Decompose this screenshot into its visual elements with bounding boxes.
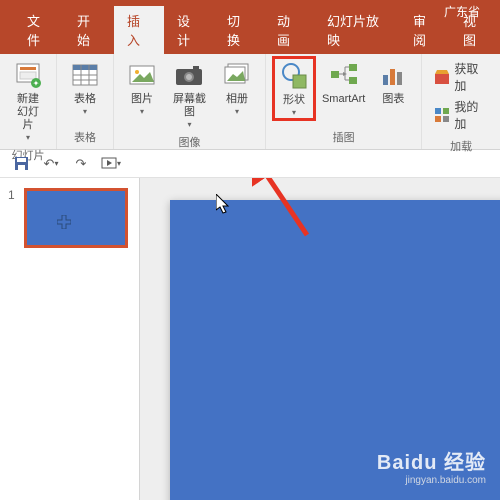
thumbnail-number: 1 [8, 188, 18, 248]
screenshot-button[interactable]: 屏幕截图 ▾ [164, 56, 215, 132]
table-icon [69, 59, 101, 91]
dropdown-arrow-icon: ▾ [187, 120, 191, 129]
watermark-brand: Baidu 经验 [377, 446, 486, 475]
smartart-label: SmartArt [322, 93, 365, 106]
dropdown-arrow-icon: ▾ [140, 107, 144, 116]
dropdown-arrow-icon: ▾ [292, 108, 296, 117]
undo-button[interactable]: ↶ ▾ [40, 153, 62, 175]
tab-view[interactable]: 视图 [450, 6, 500, 54]
shapes-label: 形状 [283, 94, 305, 107]
thumbnail-row: 1 [8, 188, 131, 248]
my-addins-label: 我的加 [454, 98, 488, 132]
dropdown-arrow-icon: ▾ [83, 107, 87, 116]
cross-shape-icon [57, 215, 71, 229]
pictures-icon [126, 59, 158, 91]
album-label: 相册 [226, 93, 248, 106]
group-addins: 获取加 我的加 加载 [422, 54, 500, 149]
album-icon [221, 59, 253, 91]
redo-button[interactable]: ↷ [70, 153, 92, 175]
store-icon [434, 69, 450, 85]
group-images: 图片 ▾ 屏幕截图 ▾ 相册 ▾ 图像 [114, 54, 266, 149]
screenshot-icon [173, 59, 205, 91]
ribbon-tab-strip: 文件 开始 插入 设计 切换 动画 幻灯片放映 审阅 视图 [0, 24, 500, 54]
shapes-icon [278, 60, 310, 92]
smartart-button[interactable]: SmartArt [316, 56, 371, 109]
tab-review[interactable]: 审阅 [400, 6, 450, 54]
get-addins-button[interactable]: 获取加 [434, 60, 488, 94]
chart-icon [377, 59, 409, 91]
save-button[interactable] [10, 153, 32, 175]
group-slides: ✦ 新建 幻灯片 ▾ 幻灯片 [0, 54, 57, 149]
group-illustrations-label: 插图 [333, 127, 355, 149]
tab-slideshow[interactable]: 幻灯片放映 [314, 6, 400, 54]
get-addins-label: 获取加 [454, 60, 488, 94]
group-addins-label: 加载 [450, 136, 472, 158]
table-button[interactable]: 表格 ▾ [63, 56, 107, 119]
pictures-button[interactable]: 图片 ▾ [120, 56, 164, 119]
cursor-icon [216, 194, 234, 216]
tab-transitions[interactable]: 切换 [214, 6, 264, 54]
svg-text:✦: ✦ [33, 79, 40, 88]
slide-thumbnail-1[interactable] [24, 188, 128, 248]
new-slide-label: 新建 幻灯片 [12, 93, 44, 132]
ribbon: ✦ 新建 幻灯片 ▾ 幻灯片 表格 ▾ 表格 [0, 54, 500, 150]
table-label: 表格 [74, 93, 96, 106]
group-tables-label: 表格 [74, 127, 96, 149]
tab-insert[interactable]: 插入 [114, 6, 164, 54]
tab-design[interactable]: 设计 [164, 6, 214, 54]
quick-access-toolbar: ↶ ▾ ↷ ▾ [0, 150, 500, 178]
pictures-label: 图片 [131, 93, 153, 106]
watermark-url: jingyan.baidu.com [377, 475, 486, 486]
group-tables: 表格 ▾ 表格 [57, 54, 114, 149]
group-illustrations: 形状 ▾ SmartArt 图表 插图 [266, 54, 422, 149]
tab-home[interactable]: 开始 [64, 6, 114, 54]
tab-file[interactable]: 文件 [14, 6, 64, 54]
annotation-arrow-icon [252, 178, 312, 240]
group-images-label: 图像 [178, 132, 200, 154]
watermark: Baidu 经验 jingyan.baidu.com [377, 446, 486, 486]
new-slide-button[interactable]: ✦ 新建 幻灯片 ▾ [6, 56, 50, 145]
tab-animations[interactable]: 动画 [264, 6, 314, 54]
my-addins-button[interactable]: 我的加 [434, 98, 488, 132]
shapes-button[interactable]: 形状 ▾ [272, 56, 316, 121]
dropdown-arrow-icon: ▾ [26, 133, 30, 142]
chart-label: 图表 [382, 93, 404, 106]
start-from-beginning-button[interactable]: ▾ [100, 153, 122, 175]
thumbnail-panel[interactable]: 1 [0, 178, 140, 500]
chart-button[interactable]: 图表 [371, 56, 415, 109]
smartart-icon [328, 59, 360, 91]
dropdown-arrow-icon: ▾ [235, 107, 239, 116]
addins-icon [434, 107, 450, 123]
new-slide-icon: ✦ [12, 59, 44, 91]
album-button[interactable]: 相册 ▾ [215, 56, 259, 119]
screenshot-label: 屏幕截图 [170, 93, 209, 119]
